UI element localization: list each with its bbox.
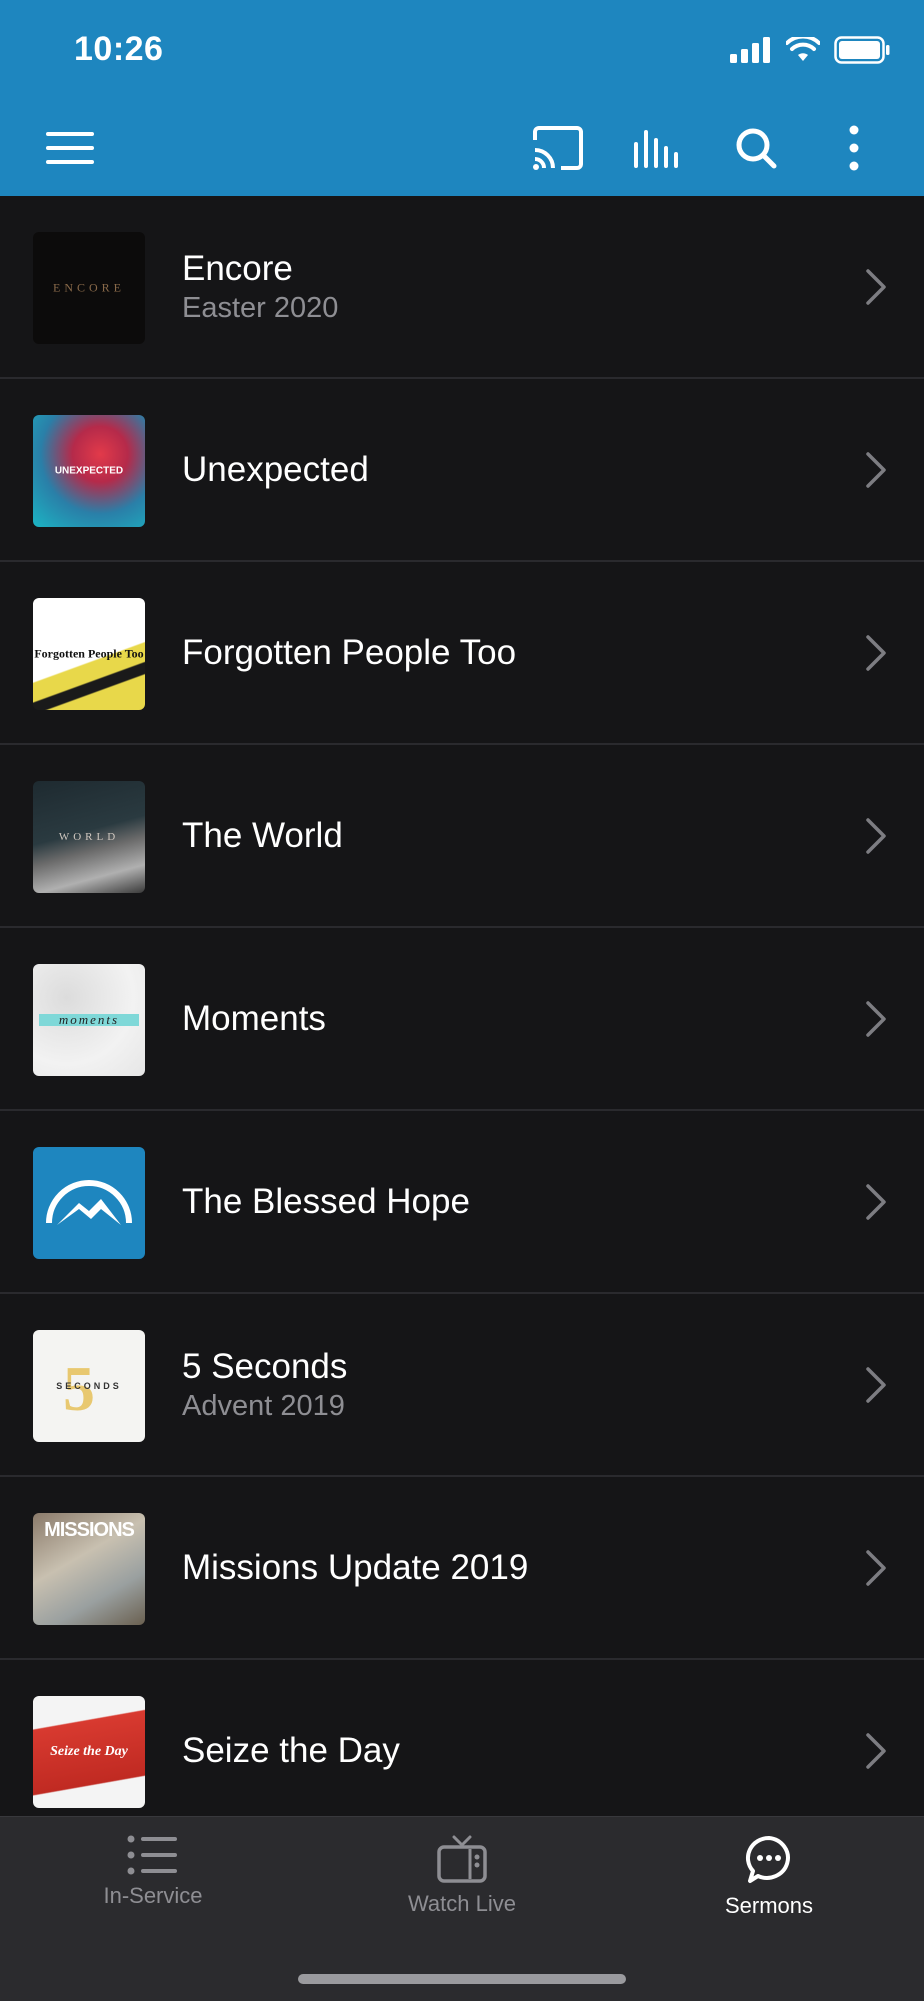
chevron-right-icon <box>866 634 886 671</box>
tab-label: In-Service <box>103 1883 203 1908</box>
hamburger-icon <box>46 132 94 164</box>
battery-icon <box>834 36 890 64</box>
sermon-subtitle: Easter 2020 <box>182 291 339 324</box>
sermon-row-seize-the-day[interactable]: Seize the Day Seize the Day <box>0 1660 924 1816</box>
tab-watch-live[interactable]: Watch Live <box>352 1835 572 1945</box>
sermon-subtitle: Advent 2019 <box>182 1389 345 1422</box>
sermon-thumbnail: MISSIONS <box>33 1513 145 1625</box>
menu-button[interactable] <box>40 118 100 178</box>
mountain-logo-icon <box>46 1180 132 1225</box>
sermon-thumbnail: ENCORE <box>33 232 145 344</box>
cellular-signal-icon <box>730 37 770 63</box>
sermon-title: Encore <box>182 248 293 288</box>
chevron-right-icon <box>866 1000 886 1037</box>
chevron-right-icon <box>866 1183 886 1220</box>
cast-button[interactable] <box>528 118 588 178</box>
status-time: 10:26 <box>74 30 164 68</box>
sermon-title: Unexpected <box>182 449 369 489</box>
sermon-row-forgotten-people-too[interactable]: Forgotten People Too Forgotten People To… <box>0 562 924 745</box>
sermon-row-unexpected[interactable]: UNEXPECTED Unexpected <box>0 379 924 562</box>
sermon-thumbnail <box>33 1147 145 1259</box>
sermon-row-5-seconds[interactable]: 5 SECONDS 5 Seconds Advent 2019 <box>0 1294 924 1477</box>
audio-button[interactable] <box>628 118 688 178</box>
status-icons <box>730 36 890 64</box>
more-vertical-icon <box>849 125 859 171</box>
wifi-icon <box>786 37 820 61</box>
sermon-row-the-blessed-hope[interactable]: The Blessed Hope <box>0 1111 924 1294</box>
chevron-right-icon <box>866 451 886 488</box>
sermon-list: ENCORE Encore Easter 2020 UNEXPECTED Une… <box>0 196 924 1816</box>
equalizer-icon <box>634 130 678 168</box>
sermon-thumbnail: Seize the Day <box>33 1696 145 1808</box>
chevron-right-icon <box>866 1732 886 1769</box>
sermon-title: The World <box>182 815 343 855</box>
list-icon <box>127 1835 177 1875</box>
sermon-title: The Blessed Hope <box>182 1181 470 1221</box>
sermon-title: 5 Seconds <box>182 1346 348 1386</box>
sermon-title: Missions Update 2019 <box>182 1547 529 1587</box>
more-options-button[interactable] <box>824 118 884 178</box>
tab-label: Sermons <box>724 1893 814 1918</box>
tab-label: Watch Live <box>407 1891 516 1916</box>
tv-icon <box>437 1835 487 1883</box>
app-header: 10:26 <box>0 0 924 196</box>
sermon-row-missions-update-2019[interactable]: MISSIONS Missions Update 2019 <box>0 1477 924 1660</box>
sermon-thumbnail: 5 SECONDS <box>33 1330 145 1442</box>
search-button[interactable] <box>726 118 786 178</box>
sermon-title: Seize the Day <box>182 1730 400 1770</box>
sermon-row-the-world[interactable]: WORLD The World <box>0 745 924 928</box>
chevron-right-icon <box>866 1549 886 1586</box>
home-indicator[interactable] <box>298 1974 626 1984</box>
chat-bubble-icon <box>745 1835 790 1883</box>
cast-icon <box>533 126 583 170</box>
sermon-thumbnail: WORLD <box>33 781 145 893</box>
sermon-row-encore[interactable]: ENCORE Encore Easter 2020 <box>0 196 924 379</box>
sermon-thumbnail: Forgotten People Too <box>33 598 145 710</box>
tab-in-service[interactable]: In-Service <box>43 1835 263 1945</box>
sermon-thumbnail: moments <box>33 964 145 1076</box>
tab-sermons[interactable]: Sermons <box>659 1835 879 1945</box>
chevron-right-icon <box>866 817 886 854</box>
chevron-right-icon <box>866 268 886 305</box>
sermon-row-moments[interactable]: moments Moments <box>0 928 924 1111</box>
sermon-title: Moments <box>182 998 326 1038</box>
sermon-title: Forgotten People Too <box>182 632 517 672</box>
sermon-thumbnail: UNEXPECTED <box>33 415 145 527</box>
chevron-right-icon <box>866 1366 886 1403</box>
search-icon <box>736 128 777 169</box>
